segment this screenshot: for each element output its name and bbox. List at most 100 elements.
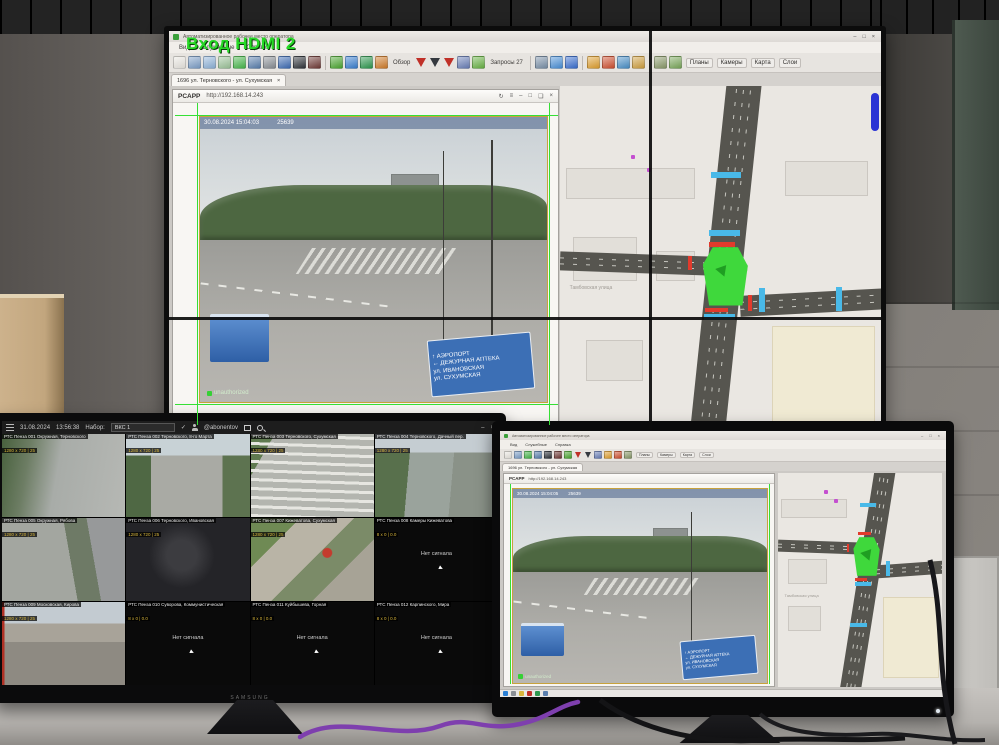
cameras-button[interactable]: Камеры (657, 452, 676, 458)
filter-red2-icon[interactable] (444, 58, 454, 67)
camera-tile[interactable]: РТС Пенза 002 Терновского, 8-го Марта128… (126, 434, 249, 517)
camera-tile[interactable]: РТС Пенза 007 Кижеватова, Сухумская1280 … (251, 518, 374, 601)
browser-icon[interactable] (527, 691, 532, 696)
window-tool-icon[interactable] (248, 56, 261, 69)
check-icon[interactable]: ✓ (181, 424, 186, 431)
search-icon[interactable] (511, 691, 516, 696)
camera-tile[interactable]: РТС Пенза 009 Московская, Кирова1280 x 7… (2, 602, 125, 685)
green-display-icon[interactable] (233, 56, 246, 69)
pcapp-maximize-button[interactable]: □ (528, 93, 532, 99)
refresh-icon[interactable]: ↻ (499, 93, 504, 100)
obzor-label[interactable]: Обзор (390, 60, 413, 66)
thermometer-icon[interactable] (602, 56, 615, 69)
map-scrollbar[interactable] (871, 93, 879, 131)
menu-spravka[interactable]: Справка (555, 442, 571, 447)
pin-icon[interactable] (565, 56, 578, 69)
pcapp-popout-button[interactable]: ❏ (538, 93, 543, 100)
new-document-icon[interactable] (173, 56, 186, 69)
maximize-button[interactable]: □ (929, 433, 933, 438)
camera-tile-no-signal[interactable]: РТС Пенза 011 Куйбышева, Горная8 x 0 | 0… (251, 602, 374, 685)
camera-tile-no-signal[interactable]: РТС Пенза 012 Карпинского, Мира8 x 0 | 0… (375, 602, 498, 685)
plans-button[interactable]: Планы (686, 58, 713, 68)
mask-red-icon[interactable] (554, 451, 562, 459)
new-document-icon[interactable] (504, 451, 512, 459)
tab-close-icon[interactable]: × (277, 78, 280, 84)
cameras-button[interactable]: Камеры (717, 58, 747, 68)
camera-tile-no-signal[interactable]: РТС Пенза 008 Камеры Кижеватова8 x 0 | 0… (375, 518, 498, 601)
menu-vid[interactable]: Вид (510, 442, 517, 447)
minimize-button[interactable]: – (921, 433, 925, 438)
green-display-icon[interactable] (524, 451, 532, 459)
pcapp-minimize-button[interactable]: – (519, 93, 522, 99)
undo-icon[interactable] (632, 56, 645, 69)
pcapp-close-button[interactable]: × (549, 93, 553, 99)
camera-tile[interactable]: РТС Пенза 005 Окружная, Рябова1280 x 720… (2, 518, 125, 601)
fullscreen-icon[interactable] (244, 425, 251, 431)
zoom-in-icon[interactable] (535, 56, 548, 69)
client-minimize-button[interactable]: – (481, 425, 484, 431)
pcapp-url[interactable]: http://192.168.14.243 (206, 93, 263, 99)
settings-icon[interactable] (654, 56, 667, 69)
export-icon[interactable] (617, 56, 630, 69)
menu-sluzhebnye[interactable]: Служебные (525, 442, 547, 447)
minimize-button[interactable]: – (853, 34, 858, 40)
layers-icon[interactable] (594, 451, 602, 459)
camera-tile[interactable]: РТС Пенза 003 Терновского, Сухумская1280… (251, 434, 374, 517)
tab-ternovskogo-sukhumskaya[interactable]: 1696 ул. Терновского - ул. Сухумская × (171, 74, 286, 86)
app-icon[interactable] (535, 691, 540, 696)
map-button[interactable]: Карта (751, 58, 775, 68)
detector-orange-icon[interactable] (375, 56, 388, 69)
window-tool-icon[interactable] (534, 451, 542, 459)
camera-feed[interactable]: ↑ АЭРОПОРТ ← ДЕЖУРНАЯ АПТЕКА ул. ИВАНОВС… (199, 116, 548, 403)
camera-tile[interactable]: РТС Пенза 001 Окружная, Терновского1280 … (2, 434, 125, 517)
map-button[interactable]: Карта (680, 452, 695, 458)
open-folder-icon[interactable] (188, 56, 201, 69)
folder-icon[interactable] (519, 691, 524, 696)
close-button[interactable]: × (872, 34, 877, 40)
leaf-icon[interactable] (564, 451, 572, 459)
mask-dark-icon[interactable] (544, 451, 552, 459)
camera-tile-no-signal[interactable]: РТС Пенза 010 Суворова, Коммунистическая… (126, 602, 249, 685)
filter-dark-icon[interactable] (585, 452, 591, 458)
camera-tile[interactable]: РТС Пенза 006 Терновского, Ивановская128… (126, 518, 249, 601)
menu-icon[interactable]: ≡ (510, 93, 514, 99)
camera-tile[interactable]: РТС Пенза 004 Терновского, Дачный пер.12… (375, 434, 498, 517)
chart-icon[interactable] (669, 56, 682, 69)
pcapp-url[interactable]: http://192.168.14.243 (529, 476, 567, 481)
menu-burger-icon[interactable] (6, 424, 14, 431)
upload-icon[interactable] (278, 56, 291, 69)
screens-icon[interactable] (218, 56, 231, 69)
settings-icon[interactable] (624, 451, 632, 459)
filter-red-icon[interactable] (416, 58, 426, 67)
layers-icon[interactable] (457, 56, 470, 69)
start-button-icon[interactable] (503, 691, 508, 696)
junction-map[interactable]: Тамбовская улица (778, 473, 942, 687)
app-icon[interactable] (543, 691, 548, 696)
lamp-icon[interactable] (587, 56, 600, 69)
detector-green-icon[interactable] (360, 56, 373, 69)
plans-button[interactable]: Планы (636, 452, 653, 458)
junction-map[interactable]: Тамбовская улица (560, 86, 881, 429)
add-object-icon[interactable] (550, 56, 563, 69)
close-button[interactable]: × (938, 433, 942, 438)
lamp-icon[interactable] (604, 451, 612, 459)
maximize-button[interactable]: □ (862, 34, 867, 40)
zoom-icon[interactable] (257, 425, 263, 431)
tab-ternovskogo-sukhumskaya[interactable]: 1696 ул. Терновского - ул. Сухумская (502, 463, 583, 471)
detector-blue-icon[interactable] (345, 56, 358, 69)
filter-red-icon[interactable] (575, 452, 581, 458)
camera-feed[interactable]: ↑ АЭРОПОРТ ← ДЕЖУРНАЯ АПТЕКА ул. ИВАНОВС… (512, 488, 768, 684)
open-folder-icon[interactable] (514, 451, 522, 459)
mask-red-icon[interactable] (308, 56, 321, 69)
cursor-tool-icon[interactable] (263, 56, 276, 69)
layers-button[interactable]: Слои (699, 452, 714, 458)
thermometer-icon[interactable] (614, 451, 622, 459)
signal-icon[interactable] (472, 56, 485, 69)
leaf-icon[interactable] (330, 56, 343, 69)
set-select[interactable]: ВКС 1 (111, 423, 175, 432)
layers-button[interactable]: Слои (779, 58, 802, 68)
save-icon[interactable] (203, 56, 216, 69)
queries-label[interactable]: Запросы 27 (487, 60, 526, 66)
filter-dark-icon[interactable] (430, 58, 440, 67)
mask-dark-icon[interactable] (293, 56, 306, 69)
